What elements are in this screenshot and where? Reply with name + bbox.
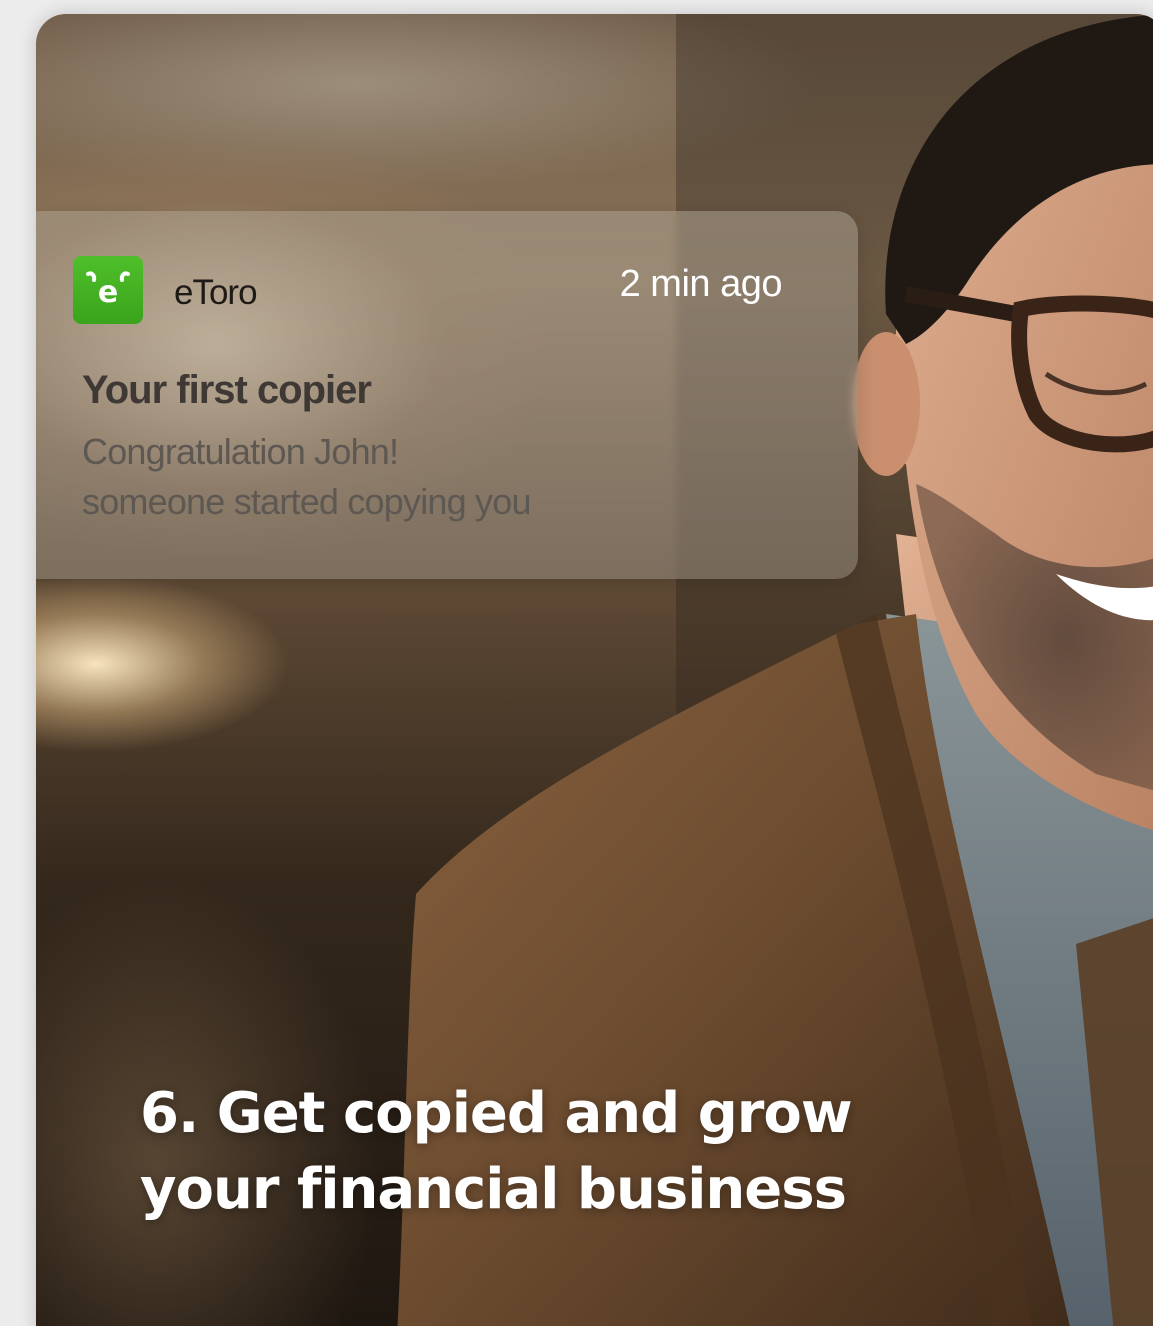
notification-body: Congratulation John! someone started cop… [82,427,531,527]
page: e eToro 2 min ago Your first copier Cong… [0,0,1153,1326]
app-name: eToro [174,273,258,312]
feature-headline: 6. Get copied and grow your financial bu… [140,1076,920,1228]
notification-timestamp: 2 min ago [619,263,783,305]
headline-line-2: your financial business [140,1157,847,1222]
notification-title: Your first copier [82,368,372,412]
push-notification[interactable]: e eToro 2 min ago Your first copier Cong… [36,211,858,579]
svg-text:e: e [98,275,118,310]
headline-line-1: 6. Get copied and grow [140,1081,853,1146]
notification-body-line-2: someone started copying you [82,481,531,522]
feature-card[interactable]: e eToro 2 min ago Your first copier Cong… [36,14,1153,1326]
etoro-logo-icon: e [73,256,143,324]
notification-body-line-1: Congratulation John! [82,431,399,472]
